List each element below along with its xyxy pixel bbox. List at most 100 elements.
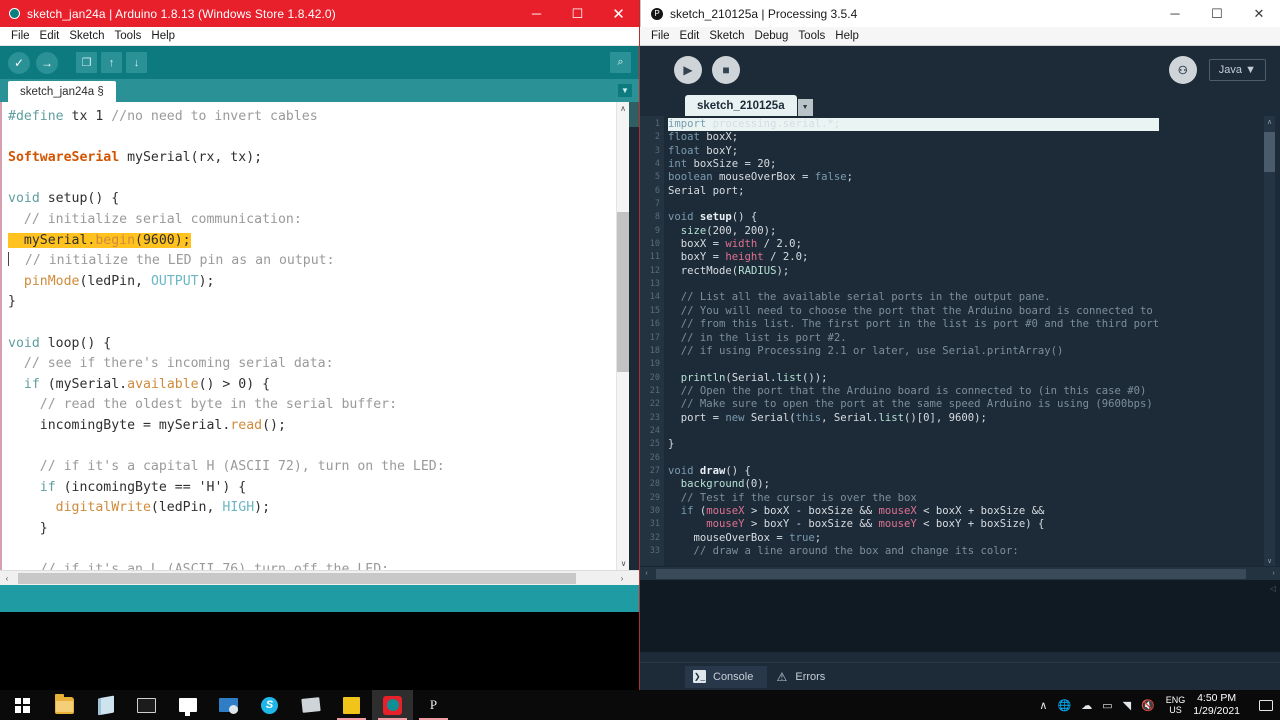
language-indicator[interactable]: ENG US xyxy=(1166,695,1186,715)
scroll-up-icon[interactable]: ∧ xyxy=(617,102,629,115)
processing-window-controls: ─ ☐ ✕ xyxy=(1154,0,1280,27)
action-center-button[interactable] xyxy=(1252,690,1280,720)
processing-code-editor[interactable]: 1 2 3 4 5 6 7 8 9 10 11 12 13 14 15 16 17 18 19 20 21 22 23 24 2… xyxy=(640,116,1280,566)
warning-icon: ⚠ xyxy=(776,669,788,684)
terminal-icon xyxy=(137,697,156,713)
line-number: 16 xyxy=(649,319,660,330)
battery-icon[interactable]: ▭ xyxy=(1102,699,1112,712)
arduino-editor-hscrollbar[interactable]: ‹ › xyxy=(0,570,639,585)
arduino-hscroll-thumb[interactable] xyxy=(18,573,576,584)
processing-console-output[interactable]: ◁ xyxy=(640,580,1280,652)
start-button[interactable] xyxy=(0,690,44,720)
arduino-menu-file[interactable]: File xyxy=(6,30,35,42)
processing-vscroll-thumb[interactable] xyxy=(1264,132,1275,172)
save-sketch-icon[interactable]: ↓ xyxy=(126,52,147,73)
taskbar-item-file-explorer[interactable] xyxy=(44,690,85,720)
arduino-code-line xyxy=(8,539,639,560)
globe-icon[interactable]: 🌐 xyxy=(1057,699,1071,712)
taskbar-item-remote-desktop[interactable] xyxy=(167,690,208,720)
taskbar-item-news[interactable] xyxy=(290,690,331,720)
processing-editor-vscrollbar[interactable]: ∧ ∨ xyxy=(1264,116,1275,566)
arduino-menu-sketch[interactable]: Sketch xyxy=(64,30,109,42)
chevron-down-icon[interactable]: ▼ xyxy=(797,99,813,116)
open-sketch-icon[interactable]: ↑ xyxy=(101,52,122,73)
line-number: 20 xyxy=(649,372,660,383)
serial-monitor-icon[interactable]: ⌕ xyxy=(610,52,631,73)
arduino-close-button[interactable]: ✕ xyxy=(598,0,639,27)
processing-code-line: if (mouseX > boxX - boxSize && mouseX < … xyxy=(680,504,1045,517)
processing-menu-file[interactable]: File xyxy=(646,30,675,42)
arduino-code-editor[interactable]: #define tx 1 //no need to invert cables … xyxy=(0,102,639,570)
scroll-right-icon[interactable]: › xyxy=(615,571,629,585)
taskbar-item-onenote[interactable] xyxy=(85,690,126,720)
arduino-console-output[interactable] xyxy=(0,612,639,690)
arduino-minimize-button[interactable]: ─ xyxy=(516,0,557,27)
cloud-icon[interactable]: ☁ xyxy=(1081,699,1092,712)
processing-minimize-button[interactable]: ─ xyxy=(1154,0,1196,27)
upload-icon[interactable]: → xyxy=(36,51,58,74)
verify-icon[interactable]: ✓ xyxy=(8,51,30,74)
resize-handle-icon[interactable]: ◁ xyxy=(1270,584,1276,593)
taskbar-item-command-prompt[interactable] xyxy=(126,690,167,720)
processing-menu-debug[interactable]: Debug xyxy=(750,30,794,42)
stop-icon[interactable]: ■ xyxy=(712,56,740,84)
note-icon xyxy=(343,696,360,714)
processing-sketch-tab[interactable]: sketch_210125a xyxy=(685,95,797,116)
mode-selector-button[interactable]: Java ▼ xyxy=(1208,59,1266,81)
processing-close-button[interactable]: ✕ xyxy=(1238,0,1280,27)
line-number: 33 xyxy=(649,546,660,556)
processing-code-line: mouseY > boxY - boxSize && mouseY < boxY… xyxy=(706,518,1045,531)
clock[interactable]: 4:50 PM 1/29/2021 xyxy=(1193,692,1240,718)
taskbar-item-arduino[interactable] xyxy=(372,690,413,720)
processing-menu-tools[interactable]: Tools xyxy=(793,30,830,42)
taskbar-item-skype[interactable]: S xyxy=(249,690,290,720)
processing-code-line: float boxY; xyxy=(668,144,739,157)
processing-menu-edit[interactable]: Edit xyxy=(675,30,705,42)
chevron-down-icon[interactable]: ▼ xyxy=(618,84,632,97)
tab-console[interactable]: ❯_ Console xyxy=(685,665,768,688)
arduino-editor-vscrollbar[interactable]: ∧ ∨ xyxy=(616,102,630,570)
run-icon[interactable]: ▶ xyxy=(674,56,702,84)
taskbar-item-sticky-notes[interactable] xyxy=(331,690,372,720)
processing-maximize-button[interactable]: ☐ xyxy=(1196,0,1238,27)
new-sketch-icon[interactable]: ❐ xyxy=(76,52,97,73)
processing-code-line: void setup() { xyxy=(668,211,758,224)
scroll-right-icon[interactable]: › xyxy=(1267,567,1280,580)
taskbar-item-processing[interactable]: P xyxy=(413,690,454,720)
volume-muted-icon[interactable]: 🔇 xyxy=(1141,699,1155,712)
processing-editor-hscrollbar[interactable]: ‹ › xyxy=(640,566,1280,580)
arduino-code-line: // if it's an L (ASCII 76) turn off the … xyxy=(8,562,390,570)
scroll-left-icon[interactable]: ‹ xyxy=(0,571,14,585)
line-number: 26 xyxy=(649,452,660,463)
arduino-icon xyxy=(383,695,402,715)
arduino-maximize-button[interactable]: ☐ xyxy=(557,0,598,27)
arduino-titlebar[interactable]: sketch_jan24a | Arduino 1.8.13 (Windows … xyxy=(0,0,639,27)
line-number: 24 xyxy=(649,425,660,436)
scroll-left-icon[interactable]: ‹ xyxy=(640,567,653,580)
windows-logo-icon xyxy=(14,697,30,713)
processing-code-line: // in the list is port #2. xyxy=(668,331,847,344)
tab-errors[interactable]: ⚠ Errors xyxy=(767,666,839,688)
processing-hscroll-thumb[interactable] xyxy=(656,569,1246,579)
scroll-up-icon[interactable]: ∧ xyxy=(1264,116,1275,127)
taskbar-item-screen-app[interactable] xyxy=(208,690,249,720)
arduino-menu-tools[interactable]: Tools xyxy=(110,30,147,42)
arduino-sketch-tab[interactable]: sketch_jan24a § xyxy=(8,81,116,102)
debugger-icon[interactable]: ⚇ xyxy=(1168,56,1197,84)
processing-code-line: } xyxy=(668,438,675,451)
processing-code-line: Serial port; xyxy=(668,184,745,197)
line-number: 1 xyxy=(654,119,660,129)
processing-code-line: void draw() { xyxy=(668,464,751,477)
processing-code-line: // You will need to choose the port that… xyxy=(668,304,1153,317)
processing-code-line: boxX = width / 2.0; xyxy=(668,238,802,251)
processing-titlebar[interactable]: P sketch_210125a | Processing 3.5.4 ─ ☐ … xyxy=(640,0,1280,27)
processing-code-line: // Open the port that the Arduino board … xyxy=(668,384,1147,397)
wifi-icon[interactable]: ◥ xyxy=(1123,699,1131,712)
processing-menu-help[interactable]: Help xyxy=(830,30,864,42)
scroll-down-icon[interactable]: ∨ xyxy=(1264,555,1275,566)
arduino-menu-edit[interactable]: Edit xyxy=(35,30,65,42)
arduino-code-line: // initialize serial communication: xyxy=(8,211,302,227)
show-hidden-icons-button[interactable]: ∧ xyxy=(1039,699,1047,712)
arduino-menu-help[interactable]: Help xyxy=(146,30,180,42)
processing-menu-sketch[interactable]: Sketch xyxy=(704,30,749,42)
